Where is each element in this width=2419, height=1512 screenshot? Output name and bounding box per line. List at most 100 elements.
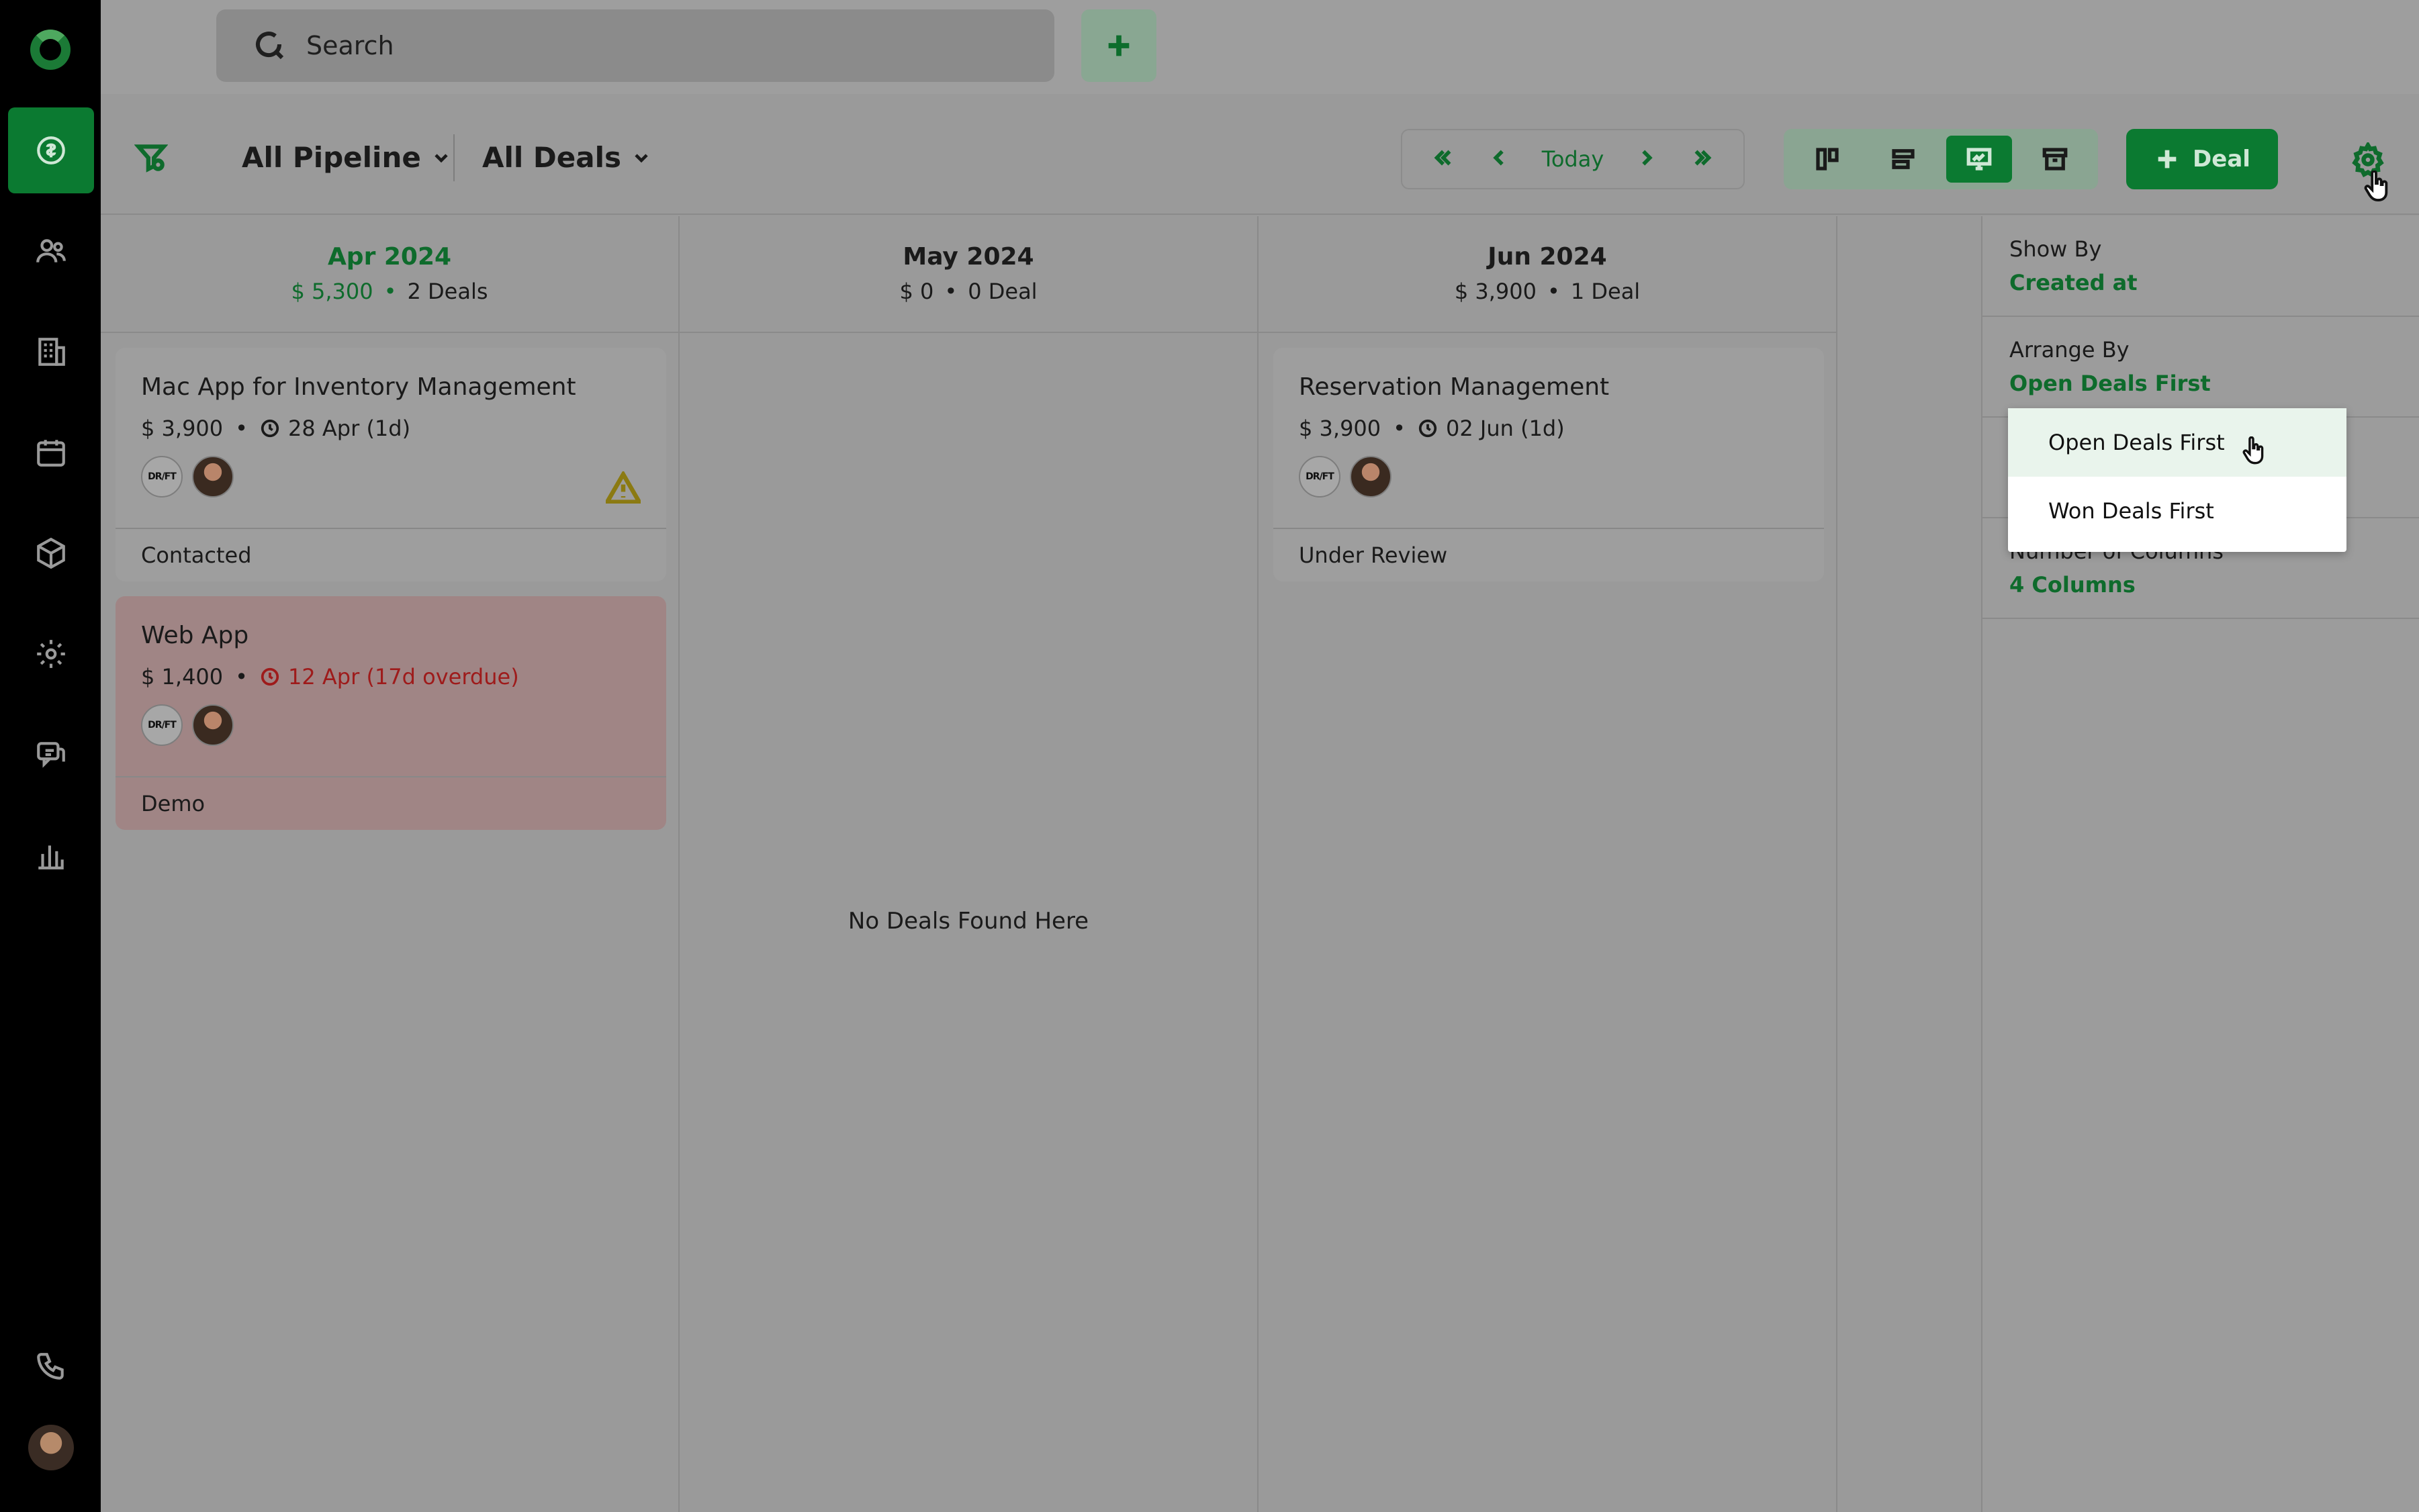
deal-due-date: 02 Jun (1d): [1446, 416, 1565, 441]
option-open-deals-first[interactable]: Open Deals First: [2008, 408, 2346, 477]
hand-cursor-icon: [2242, 436, 2265, 465]
nav-contacts[interactable]: [8, 208, 94, 294]
view-switcher: [1784, 129, 2098, 189]
plus-icon: [1108, 35, 1130, 56]
empty-state-text: No Deals Found Here: [848, 908, 1089, 935]
phone-icon: [37, 1353, 64, 1380]
deal-stage: Demo: [141, 791, 206, 816]
search-placeholder: Search: [306, 31, 394, 60]
nav-phone[interactable]: [8, 1324, 94, 1410]
columns-value[interactable]: 4 Columns: [2009, 572, 2392, 598]
today-button[interactable]: Today: [1542, 146, 1604, 172]
pipeline-dropdown[interactable]: All Pipeline: [242, 141, 452, 174]
nav-products[interactable]: [8, 510, 94, 596]
board-column: Jun 2024 $ 3,900 • 1 Deal Reservation Mana…: [1259, 216, 1837, 1512]
list-view-button[interactable]: [1870, 136, 1936, 183]
building-icon: [38, 338, 65, 366]
chevron-down-icon: [435, 153, 448, 162]
contacts-icon: [36, 239, 66, 263]
sidebar: [0, 0, 101, 1512]
deals-dropdown[interactable]: All Deals: [482, 141, 652, 174]
deal-title: Web App: [141, 622, 249, 649]
presentation-chart-icon: [1966, 148, 1991, 171]
deal-avatars: DR/FT: [1299, 456, 1798, 498]
nav-deals[interactable]: [8, 107, 94, 193]
nav-companies[interactable]: [8, 309, 94, 395]
app-logo-icon: [30, 30, 71, 70]
search-icon: [254, 30, 286, 62]
separator-dot: •: [944, 279, 958, 304]
show-by-value[interactable]: Created at: [2009, 270, 2392, 295]
bar-chart-icon: [38, 845, 64, 869]
deal-amount: $ 3,900: [141, 416, 224, 441]
separator-dot: •: [235, 664, 248, 690]
first-period-button[interactable]: [1430, 145, 1456, 173]
search-input[interactable]: Search: [216, 9, 1054, 82]
board-column: Apr 2024 $ 5,300 • 2 Deals Mac App for Inv…: [101, 216, 680, 1512]
archive-view-button[interactable]: [2022, 136, 2088, 183]
top-bar: Search: [101, 0, 2419, 94]
deal-card[interactable]: Web App $ 1,400 • 12 Apr (17d overdue) D…: [116, 596, 666, 830]
chevron-left-icon: [1493, 150, 1504, 166]
column-count: 1 Deal: [1570, 279, 1641, 304]
filter-button[interactable]: [134, 141, 169, 175]
kanban-icon: [1815, 148, 1839, 171]
column-summary: $ 3,900 • 1 Deal: [1259, 279, 1836, 304]
calendar-icon: [37, 440, 65, 467]
nav-calendar[interactable]: [8, 410, 94, 495]
chevron-right-icon: [1642, 150, 1653, 166]
deal-avatars: DR/FT: [141, 456, 641, 498]
arrange-by-label: Arrange By: [2009, 337, 2130, 363]
column-summary: $ 0 • 0 Deal: [680, 279, 1257, 304]
forecast-view-button[interactable]: [1946, 136, 2012, 183]
deal-meta: $ 3,900 • 28 Apr (1d): [141, 416, 641, 441]
deal-avatars: DR/FT: [141, 704, 641, 746]
deal-stage: Under Review: [1299, 542, 1448, 568]
deal-card[interactable]: Mac App for Inventory Management $ 3,900…: [116, 348, 666, 581]
deal-amount: $ 3,900: [1299, 416, 1381, 441]
board-toolbar: All Pipeline All Deals Today Deal: [101, 94, 2419, 215]
hand-cursor-icon: [2363, 170, 2389, 202]
arrange-by-section[interactable]: Arrange By Open Deals First: [1982, 317, 2419, 418]
add-deal-button[interactable]: Deal: [2126, 129, 2278, 189]
owner-avatar[interactable]: [192, 704, 234, 746]
clock-icon: [260, 667, 280, 687]
add-deal-label: Deal: [2193, 146, 2250, 173]
option-won-deals-first[interactable]: Won Deals First: [2008, 477, 2346, 545]
deal-amount: $ 1,400: [141, 664, 224, 690]
deal-stage: Contacted: [141, 542, 252, 568]
owner-avatar[interactable]: [1350, 456, 1391, 498]
deals-dropdown-label: All Deals: [482, 141, 622, 174]
deal-due-date-overdue: 12 Apr (17d overdue): [288, 664, 519, 690]
deals-icon: [37, 136, 65, 164]
deal-title: Reservation Management: [1299, 373, 1610, 401]
warning-icon[interactable]: [603, 470, 643, 504]
show-by-section[interactable]: Show By Created at: [1982, 216, 2419, 317]
company-logo: DR/FT: [1299, 456, 1340, 498]
quick-add-button[interactable]: [1081, 9, 1156, 82]
archive-icon: [2042, 148, 2067, 171]
double-chevron-left-icon: [1434, 150, 1451, 166]
divider: [453, 134, 455, 181]
next-period-button[interactable]: [1634, 145, 1659, 173]
column-summary: $ 5,300 • 2 Deals: [101, 279, 678, 304]
company-logo: DR/FT: [141, 456, 183, 498]
deal-card-body: Reservation Management $ 3,900 • 02 Jun …: [1273, 348, 1824, 529]
column-header: Apr 2024 $ 5,300 • 2 Deals: [101, 216, 678, 333]
deal-meta: $ 1,400 • 12 Apr (17d overdue): [141, 664, 641, 690]
owner-avatar[interactable]: [192, 456, 234, 498]
column-title: Apr 2024: [327, 243, 452, 271]
nav-reports[interactable]: [8, 812, 94, 898]
user-avatar[interactable]: [28, 1425, 74, 1470]
kanban-view-button[interactable]: [1794, 136, 1860, 183]
deal-card[interactable]: Reservation Management $ 3,900 • 02 Jun …: [1273, 348, 1824, 581]
last-period-button[interactable]: [1690, 145, 1715, 173]
nav-settings[interactable]: [8, 611, 94, 697]
arrange-by-value[interactable]: Open Deals First: [2009, 371, 2392, 396]
deals-board: Apr 2024 $ 5,300 • 2 Deals Mac App for Inv…: [101, 216, 1981, 1512]
column-header: May 2024 $ 0 • 0 Deal: [680, 216, 1257, 333]
gear-icon: [37, 640, 65, 668]
nav-messages[interactable]: [8, 712, 94, 798]
list-icon: [1891, 149, 1915, 169]
previous-period-button[interactable]: [1486, 145, 1512, 173]
